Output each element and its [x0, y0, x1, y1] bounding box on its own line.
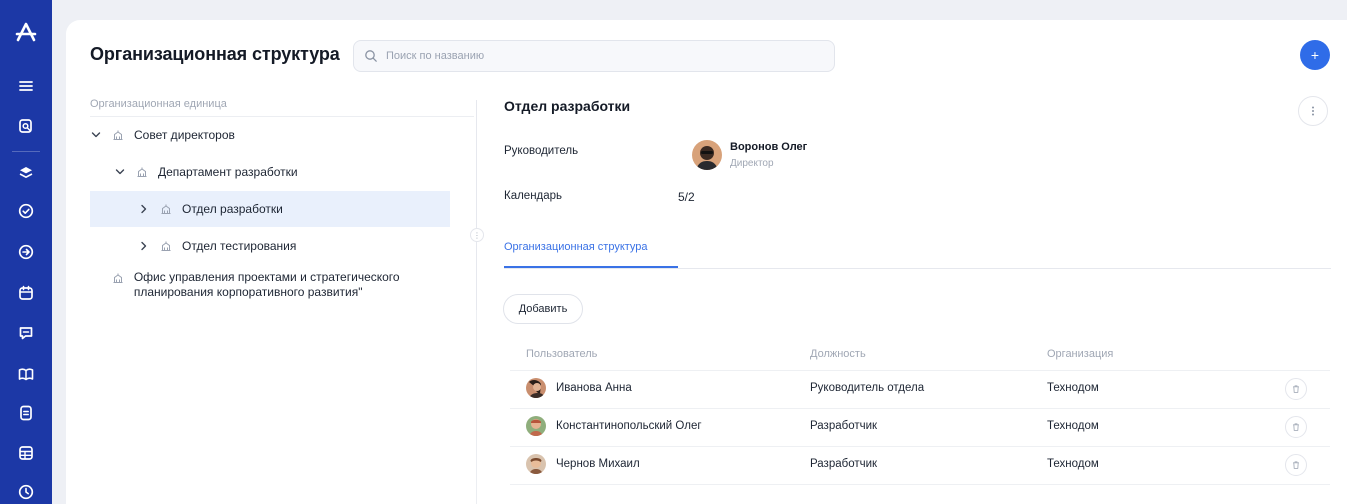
search-box[interactable] — [353, 40, 835, 72]
active-tab-indicator — [504, 266, 678, 268]
position-cell: Разработчик — [810, 458, 878, 470]
building-icon — [160, 239, 174, 253]
tree-item-pmo[interactable]: Офис управления проектами и стратегическ… — [90, 266, 450, 306]
manager-label: Руководитель — [504, 145, 579, 157]
layers-icon[interactable] — [16, 163, 36, 183]
check-circle-icon[interactable] — [16, 201, 36, 221]
user-cell: Константинопольский Олег — [526, 416, 702, 436]
tree-item-label: Отдел тестирования — [182, 239, 297, 253]
more-vertical-icon — [1312, 106, 1314, 116]
position-cell: Руководитель отдела — [810, 382, 925, 394]
rail-separator — [12, 151, 40, 152]
more-options-button[interactable] — [1298, 96, 1328, 126]
trash-icon — [1293, 385, 1299, 393]
search-input[interactable] — [386, 50, 806, 62]
column-header-user: Пользователь — [526, 348, 598, 360]
search-doc-icon[interactable] — [16, 116, 36, 136]
arrow-circle-icon[interactable] — [16, 242, 36, 262]
organization-cell: Технодом — [1047, 420, 1099, 432]
user-name: Константинопольский Олег — [556, 420, 702, 432]
tree-column-header: Организационная единица — [90, 98, 227, 110]
tree-item-dev-department[interactable]: Департамент разработки — [90, 154, 450, 190]
search-icon — [365, 50, 377, 62]
tree-item-label: Офис управления проектами и стратегическ… — [133, 270, 400, 299]
delete-button[interactable] — [1285, 454, 1307, 476]
manager-name: Воронов Олег — [730, 141, 808, 153]
tree-item-board[interactable]: Совет директоров — [90, 117, 450, 153]
clock-icon[interactable] — [16, 482, 36, 502]
user-cell: Чернов Михаил — [526, 454, 640, 474]
trash-icon — [1293, 423, 1299, 431]
chevron-down-icon[interactable] — [90, 129, 102, 141]
user-name: Чернов Михаил — [556, 458, 640, 470]
table-row[interactable]: Чернов Михаил Разработчик Технодом — [510, 446, 1330, 484]
drag-handle-icon[interactable]: ⋮ — [470, 228, 484, 242]
organization-cell: Технодом — [1047, 458, 1099, 470]
book-icon[interactable] — [16, 364, 36, 384]
tree-item-label: Отдел разработки — [182, 202, 283, 216]
chevron-right-icon[interactable] — [138, 240, 150, 252]
avatar — [526, 378, 546, 398]
main-card: Организационная структура + Организацион… — [66, 20, 1347, 504]
row-divider — [510, 484, 1330, 485]
delete-button[interactable] — [1285, 416, 1307, 438]
menu-icon[interactable] — [16, 76, 36, 96]
building-icon — [112, 128, 126, 142]
panel-splitter[interactable] — [476, 100, 477, 310]
chat-icon[interactable] — [16, 323, 36, 343]
add-unit-button[interactable]: + — [1300, 40, 1330, 70]
table-row[interactable]: Константинопольский Олег Разработчик Тех… — [510, 408, 1330, 446]
building-icon — [136, 165, 150, 179]
column-header-position: Должность — [810, 348, 866, 360]
position-cell: Разработчик — [810, 420, 878, 432]
tab-org-structure[interactable]: Организационная структура — [504, 241, 648, 253]
table-icon[interactable] — [16, 443, 36, 463]
calendar-value: 5/2 — [678, 190, 695, 204]
calendar-label: Календарь — [504, 190, 563, 202]
table-row[interactable]: Иванова Анна Руководитель отдела Технодо… — [510, 370, 1330, 408]
department-title: Отдел разработки — [504, 98, 631, 114]
calendar-icon[interactable] — [16, 283, 36, 303]
chevron-down-icon[interactable] — [114, 166, 126, 178]
chevron-right-icon[interactable] — [138, 203, 150, 215]
rail-gutter — [52, 0, 66, 504]
panel-border — [476, 310, 477, 504]
tree-item-dev-unit[interactable]: Отдел разработки — [90, 191, 450, 227]
tree-item-label: Департамент разработки — [158, 165, 298, 179]
manager-info[interactable]: Воронов Олег Директор — [692, 140, 807, 170]
building-icon — [112, 271, 126, 285]
tree-item-testing-unit[interactable]: Отдел тестирования — [90, 228, 450, 264]
trash-icon — [1293, 461, 1299, 469]
avatar — [526, 454, 546, 474]
user-name: Иванова Анна — [556, 382, 632, 394]
column-header-organization: Организация — [1047, 348, 1114, 360]
organization-cell: Технодом — [1047, 382, 1099, 394]
user-cell: Иванова Анна — [526, 378, 632, 398]
tree-item-label: Совет директоров — [134, 128, 235, 142]
tabs-divider — [504, 268, 1331, 269]
avatar — [692, 140, 722, 170]
manager-role: Директор — [730, 158, 774, 169]
page-title: Организационная структура — [90, 44, 340, 64]
avatar — [526, 416, 546, 436]
document-icon[interactable] — [16, 403, 36, 423]
add-member-button[interactable]: Добавить — [503, 294, 583, 324]
side-rail — [0, 0, 52, 504]
logo-icon[interactable] — [14, 20, 38, 44]
delete-button[interactable] — [1285, 378, 1307, 400]
building-icon — [160, 202, 174, 216]
